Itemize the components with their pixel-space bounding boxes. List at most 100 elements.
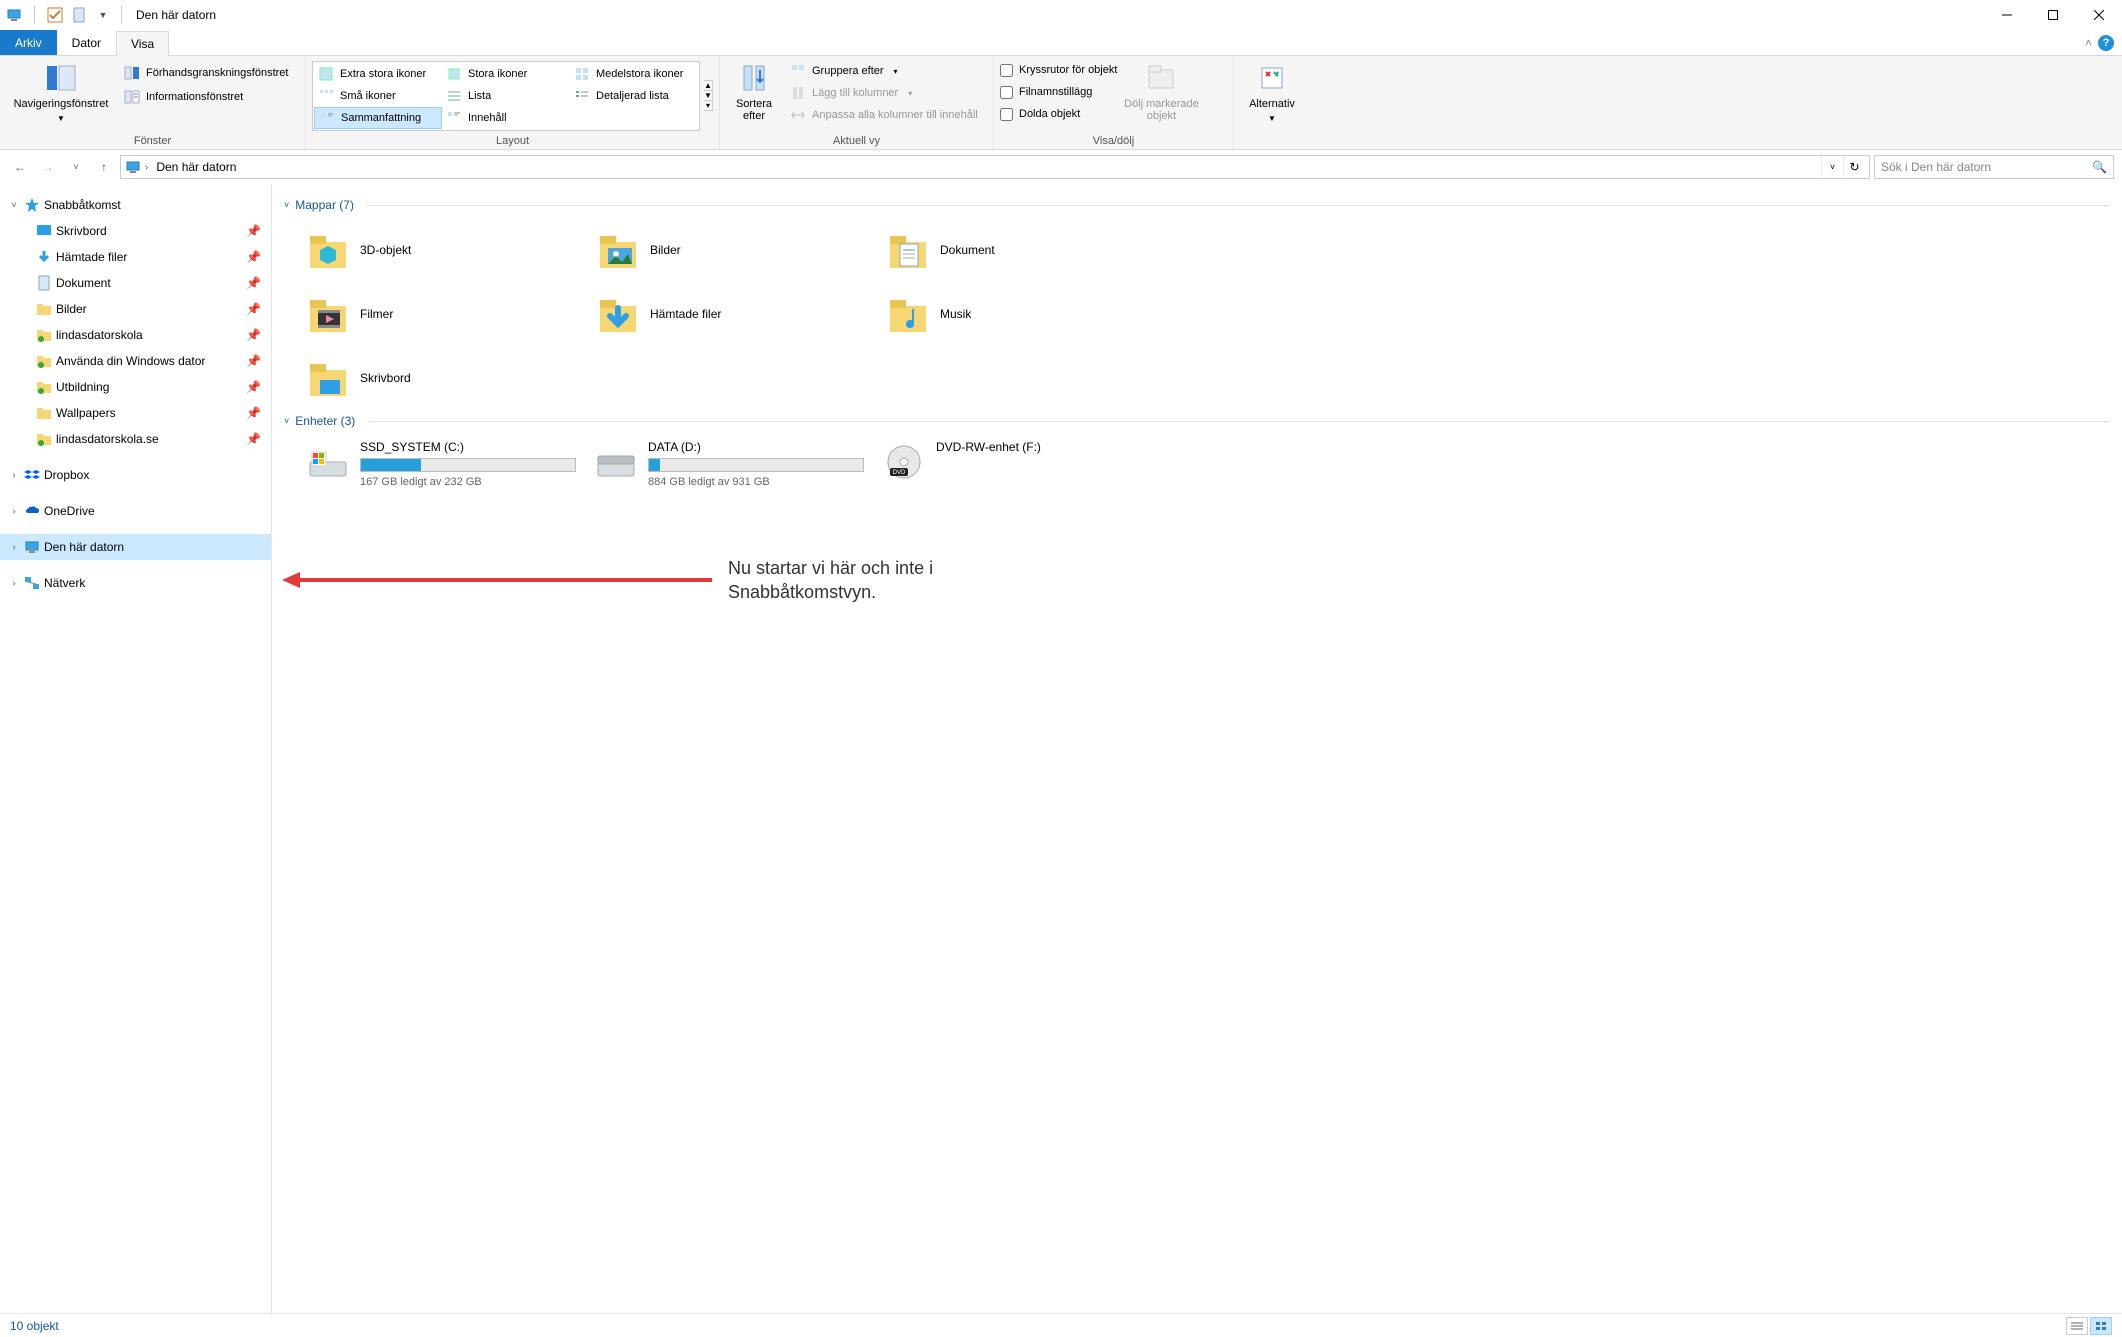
search-box[interactable]: 🔍 — [1874, 155, 2114, 179]
back-button[interactable]: ← — [8, 155, 32, 179]
hide-selected-button: Dölj markerade objekt — [1121, 58, 1201, 126]
address-dropdown[interactable]: ˅ — [1821, 156, 1843, 178]
qat-checkbox-icon[interactable] — [47, 7, 63, 23]
pin-icon: 📌 — [246, 276, 261, 290]
group-label-aktuell: Aktuell vy — [726, 133, 987, 149]
search-input[interactable] — [1881, 160, 2086, 174]
layout-details[interactable]: Detaljerad lista — [570, 85, 698, 107]
tree-documents[interactable]: Dokument📌 — [0, 270, 271, 296]
drive-c-bar — [360, 458, 576, 472]
layout-scroll-down[interactable]: ▼ — [704, 91, 712, 101]
titlebar: ▼ Den här datorn — [0, 0, 2122, 30]
tree-utbild[interactable]: Utbildning📌 — [0, 374, 271, 400]
search-icon[interactable]: 🔍 — [2092, 160, 2107, 174]
pin-icon: 📌 — [246, 328, 261, 342]
close-button[interactable] — [2076, 0, 2122, 30]
ribbon-tabs: Arkiv Dator Visa ˄ ? — [0, 30, 2122, 56]
layout-l-icons[interactable]: Stora ikoner — [442, 63, 570, 85]
pin-icon: 📌 — [246, 406, 261, 420]
pin-icon: 📌 — [246, 432, 261, 446]
group-label-layout: Layout — [312, 133, 713, 149]
navigation-tree[interactable]: ˅ Snabbåtkomst Skrivbord📌 Hämtade filer📌… — [0, 184, 272, 1313]
layout-m-icons[interactable]: Medelstora ikoner — [570, 63, 698, 85]
star-icon — [24, 197, 40, 213]
tree-desktop[interactable]: Skrivbord📌 — [0, 218, 271, 244]
view-details-toggle[interactable] — [2066, 1317, 2088, 1335]
folder-pictures[interactable]: Bilder — [592, 220, 876, 280]
layout-scroll-up[interactable]: ▲ — [704, 81, 712, 91]
desktop-icon — [36, 223, 52, 239]
folder-music[interactable]: Musik — [882, 284, 1166, 344]
help-icon[interactable]: ? — [2098, 35, 2114, 51]
layout-list[interactable]: Lista — [442, 85, 570, 107]
tree-downloads[interactable]: Hämtade filer📌 — [0, 244, 271, 270]
tree-thispc[interactable]: ›Den här datorn — [0, 534, 271, 560]
address-bar[interactable]: › Den här datorn ˅ ↻ — [120, 155, 1870, 179]
layout-tiles[interactable]: Sammanfattning — [314, 107, 442, 129]
layout-content[interactable]: Innehåll — [442, 107, 570, 129]
pin-icon: 📌 — [246, 380, 261, 394]
drive-c[interactable]: SSD_SYSTEM (C:) 167 GB ledigt av 232 GB — [302, 436, 582, 492]
view-large-toggle[interactable] — [2090, 1317, 2112, 1335]
checkbox-file-ext[interactable]: Filnamnstillägg — [1000, 82, 1117, 102]
qat-file-icon[interactable] — [71, 7, 87, 23]
thispc-icon — [6, 7, 22, 23]
drive-d-bar — [648, 458, 864, 472]
annotation-text: Nu startar vi här och inte i Snabbåtkoms… — [728, 556, 988, 605]
dropbox-icon — [24, 467, 40, 483]
content-area[interactable]: ˅ Mappar (7) 3D-objekt Bilder Dokument F… — [272, 184, 2122, 1313]
pin-icon: 📌 — [246, 224, 261, 238]
group-by-button[interactable]: Gruppera efter▾ — [786, 60, 982, 82]
recent-dropdown[interactable]: ˅ — [64, 155, 88, 179]
tab-dator[interactable]: Dator — [57, 30, 116, 55]
folder-videos[interactable]: Filmer — [302, 284, 586, 344]
details-pane-button[interactable]: Informationsfönstret — [120, 86, 292, 108]
refresh-button[interactable]: ↻ — [1843, 156, 1865, 178]
tree-lds[interactable]: lindasdatorskola📌 — [0, 322, 271, 348]
options-button[interactable]: Alternativ ▼ — [1240, 58, 1304, 127]
tree-wallpapers[interactable]: Wallpapers📌 — [0, 400, 271, 426]
tree-onedrive[interactable]: ›OneDrive — [0, 498, 271, 524]
layout-expand[interactable]: ▾ — [704, 101, 712, 110]
ribbon: Navigeringsfönstret ▼ Förhandsgranskning… — [0, 56, 2122, 150]
breadcrumb-thispc[interactable]: Den här datorn — [152, 160, 240, 174]
layout-gallery[interactable]: Extra stora ikoner Stora ikoner Medelsto… — [312, 61, 700, 131]
folder-icon — [36, 431, 52, 447]
collapse-ribbon-icon[interactable]: ˄ — [2085, 36, 2092, 50]
folder-icon — [36, 379, 52, 395]
folder-icon — [36, 301, 52, 317]
section-devices[interactable]: ˅ Enheter (3) — [284, 414, 2110, 428]
preview-pane-button[interactable]: Förhandsgranskningsfönstret — [120, 62, 292, 84]
minimize-button[interactable] — [1984, 0, 2030, 30]
folder-3dobjects[interactable]: 3D-objekt — [302, 220, 586, 280]
drive-d[interactable]: DATA (D:) 884 GB ledigt av 931 GB — [590, 436, 870, 492]
tree-ldsse[interactable]: lindasdatorskola.se📌 — [0, 426, 271, 452]
sort-by-button[interactable]: Sortera efter — [726, 58, 782, 126]
layout-xl-icons[interactable]: Extra stora ikoner — [314, 63, 442, 85]
folder-downloads[interactable]: Hämtade filer — [592, 284, 876, 344]
folder-desktop[interactable]: Skrivbord — [302, 348, 586, 408]
navigation-pane-label: Navigeringsfönstret — [14, 98, 109, 110]
folder-documents[interactable]: Dokument — [882, 220, 1166, 280]
add-columns-button: Lägg till kolumner▾ — [786, 82, 982, 104]
tree-dropbox[interactable]: ›Dropbox — [0, 462, 271, 488]
maximize-button[interactable] — [2030, 0, 2076, 30]
drive-f[interactable]: DVD DVD-RW-enhet (F:) — [878, 436, 1158, 492]
tree-anvand[interactable]: Använda din Windows dator📌 — [0, 348, 271, 374]
qat-dropdown-icon[interactable]: ▼ — [95, 7, 111, 23]
folder-icon — [36, 353, 52, 369]
tab-file[interactable]: Arkiv — [0, 30, 57, 55]
checkbox-item-boxes[interactable]: Kryssrutor för objekt — [1000, 60, 1117, 80]
tree-network[interactable]: ›Nätverk — [0, 570, 271, 596]
tree-quickaccess[interactable]: ˅ Snabbåtkomst — [0, 192, 271, 218]
onedrive-icon — [24, 503, 40, 519]
folder-icon — [36, 327, 52, 343]
layout-s-icons[interactable]: Små ikoner — [314, 85, 442, 107]
checkbox-hidden[interactable]: Dolda objekt — [1000, 104, 1117, 124]
group-label-visadolj: Visa/dölj — [1000, 133, 1227, 149]
tab-visa[interactable]: Visa — [116, 31, 169, 56]
tree-pictures[interactable]: Bilder📌 — [0, 296, 271, 322]
up-button[interactable]: ↑ — [92, 155, 116, 179]
navigation-pane-button[interactable]: Navigeringsfönstret ▼ — [6, 58, 116, 127]
section-folders[interactable]: ˅ Mappar (7) — [284, 198, 2110, 212]
